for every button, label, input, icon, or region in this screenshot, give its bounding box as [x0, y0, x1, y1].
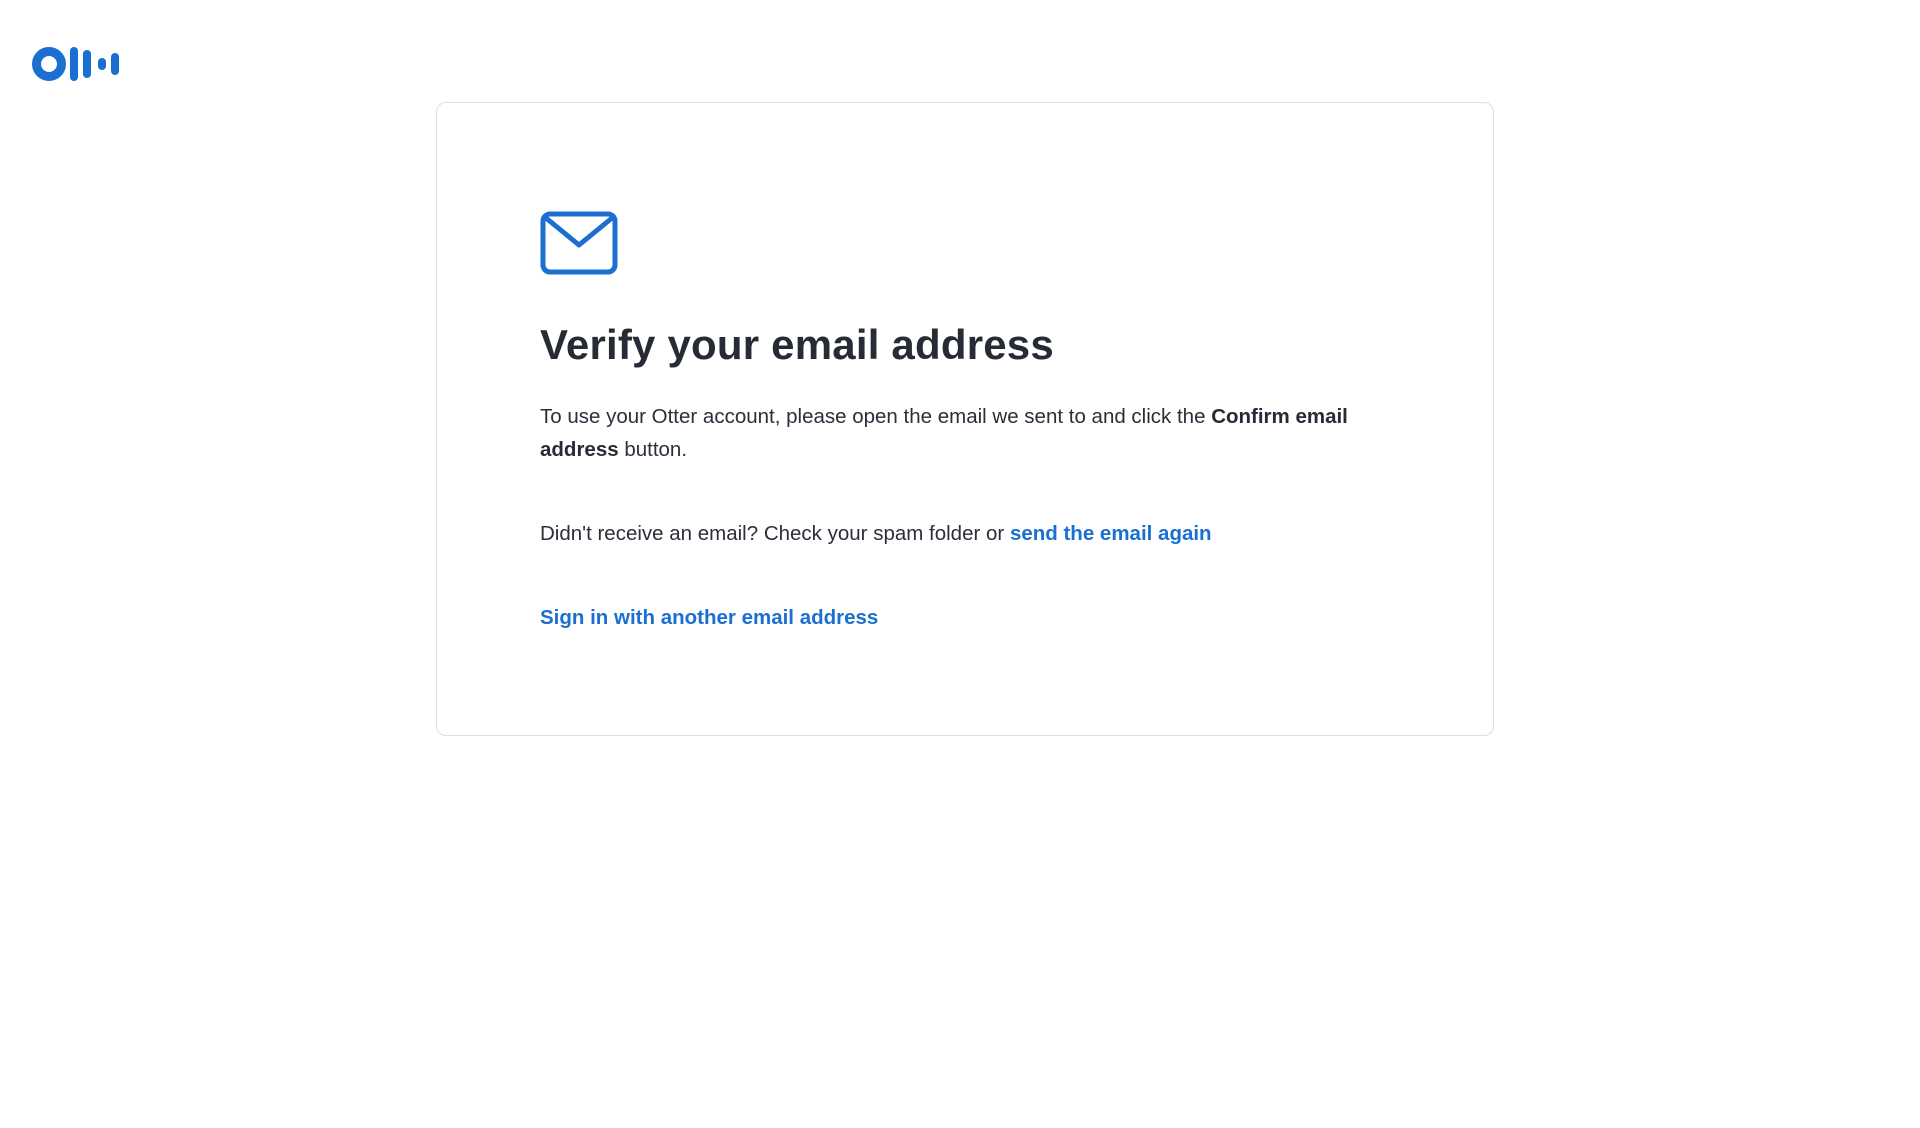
- resend-prefix: Didn't receive an email? Check your spam…: [540, 522, 1010, 545]
- instruction-text-after: button.: [618, 438, 688, 461]
- otter-logo-icon[interactable]: [32, 46, 124, 82]
- sign-in-another-email-link[interactable]: Sign in with another email address: [540, 601, 878, 634]
- instruction-text-before: To use your Otter account, please open t…: [540, 405, 1212, 428]
- page-title: Verify your email address: [540, 321, 1054, 368]
- page: Verify your email address To use your Ot…: [0, 0, 1920, 1128]
- resend-text: Didn't receive an email? Check your spam…: [540, 517, 1212, 550]
- verify-email-card: Verify your email address To use your Ot…: [436, 102, 1494, 736]
- instruction-text: To use your Otter account, please open t…: [540, 400, 1400, 466]
- send-email-again-link[interactable]: send the email again: [1010, 522, 1212, 545]
- envelope-icon: [540, 211, 618, 275]
